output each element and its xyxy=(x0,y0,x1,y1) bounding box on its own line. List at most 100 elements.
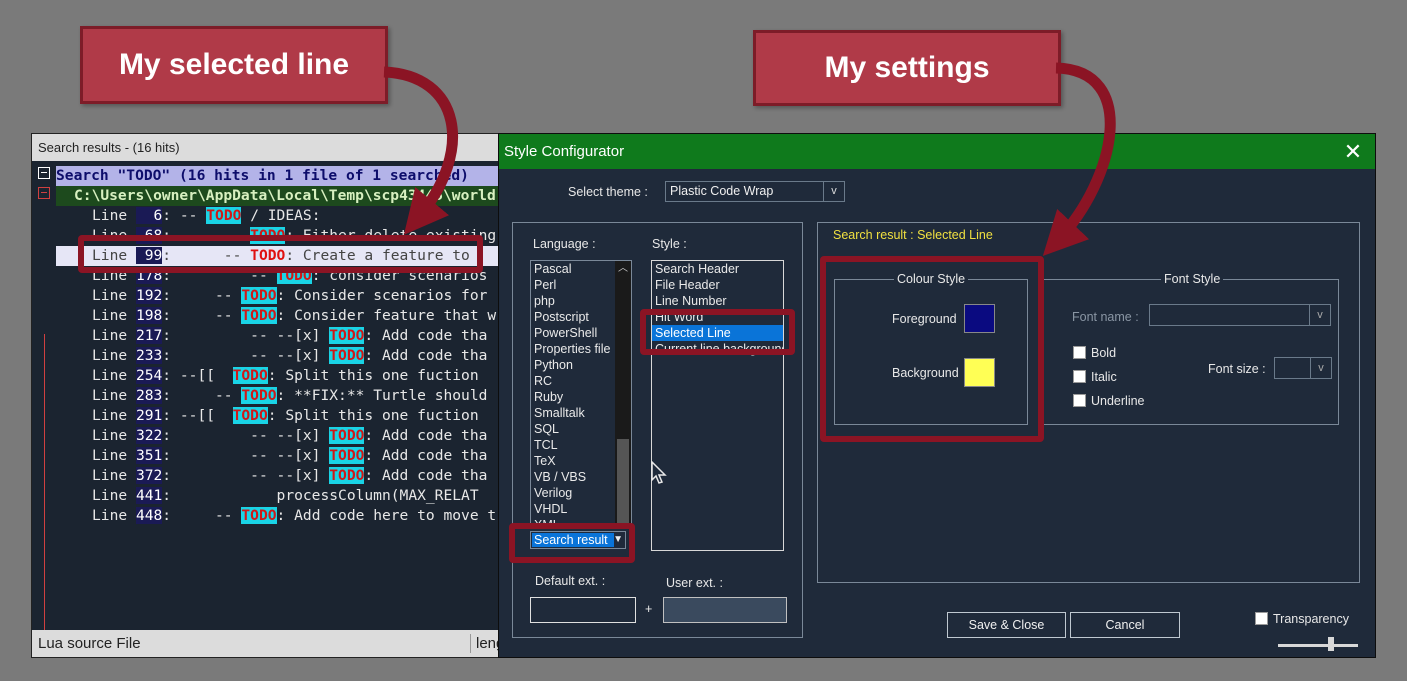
line-number: 198 xyxy=(135,307,163,324)
line-text-before: -- xyxy=(171,207,207,224)
line-word: Line xyxy=(92,327,136,344)
default-ext-field[interactable] xyxy=(530,597,636,623)
search-result-line[interactable]: Line 372: -- --[x] TODO: Add code tha xyxy=(56,466,502,486)
line-word: Line xyxy=(92,387,136,404)
hit-word: TODO xyxy=(232,407,268,424)
line-text-after: : Add code tha xyxy=(364,447,488,464)
font-size-label: Font size : xyxy=(1208,362,1266,376)
hit-word: TODO xyxy=(329,327,365,344)
style-item[interactable]: Line Number xyxy=(652,293,783,309)
bold-checkbox[interactable] xyxy=(1073,346,1086,359)
line-colon: : xyxy=(162,407,172,424)
line-colon: : xyxy=(162,507,172,524)
file-header-row[interactable]: C:\Users\owner\AppData\Local\Temp\scp434… xyxy=(56,186,502,206)
theme-value: Plastic Code Wrap xyxy=(670,184,774,198)
language-scrollbar[interactable]: ︿ xyxy=(615,261,631,523)
search-result-line[interactable]: Line 6: -- TODO / IDEAS: xyxy=(56,206,502,226)
line-word: Line xyxy=(92,307,136,324)
line-colon: : xyxy=(162,327,172,344)
line-number: 254 xyxy=(135,367,163,384)
font-name-select[interactable]: v xyxy=(1149,304,1331,326)
transparency-checkbox[interactable] xyxy=(1255,612,1268,625)
line-colon: : xyxy=(162,207,172,224)
line-text-after: : Add code tha xyxy=(364,327,488,344)
line-text-after: : Add code tha xyxy=(364,347,488,364)
italic-checkbox[interactable] xyxy=(1073,370,1086,383)
line-word: Line xyxy=(92,367,136,384)
chevron-down-icon[interactable]: v xyxy=(1309,305,1330,325)
search-result-line[interactable]: Line 254: --[[ TODO: Split this one fuct… xyxy=(56,366,502,386)
line-text-after: : **FIX:** Turtle should xyxy=(276,387,488,404)
line-text-before: -- --[x] xyxy=(171,347,330,364)
transparency-slider-track[interactable] xyxy=(1278,644,1358,647)
italic-label: Italic xyxy=(1091,370,1117,384)
line-word: Line xyxy=(92,507,136,524)
style-item[interactable]: File Header xyxy=(652,277,783,293)
line-colon: : xyxy=(162,347,172,364)
scroll-up-icon[interactable]: ︿ xyxy=(618,264,628,274)
search-result-line[interactable]: Line 322: -- --[x] TODO: Add code tha xyxy=(56,426,502,446)
default-ext-label: Default ext. : xyxy=(535,574,606,588)
fold-toggle-icon[interactable] xyxy=(38,187,50,199)
line-text-after: : Consider feature that w xyxy=(276,307,497,324)
transparency-slider-thumb[interactable] xyxy=(1328,637,1334,651)
colour-style-highlight xyxy=(820,256,1044,442)
underline-label: Underline xyxy=(1091,394,1145,408)
search-result-line[interactable]: Line 283: -- TODO: **FIX:** Turtle shoul… xyxy=(56,386,502,406)
search-result-line[interactable]: Line 233: -- --[x] TODO: Add code tha xyxy=(56,346,502,366)
scroll-thumb[interactable] xyxy=(617,439,629,523)
line-text-before: -- xyxy=(171,507,242,524)
line-text-after: : Add code tha xyxy=(364,467,488,484)
underline-checkbox[interactable] xyxy=(1073,394,1086,407)
language-label: Language : xyxy=(533,237,596,251)
search-header-row[interactable]: Search "TODO" (16 hits in 1 file of 1 se… xyxy=(56,166,502,186)
line-number: 192 xyxy=(135,287,163,304)
cancel-button[interactable]: Cancel xyxy=(1070,612,1180,638)
line-text-after: : Split this one fuction xyxy=(267,407,479,424)
line-colon: : xyxy=(162,307,172,324)
fold-toggle-icon[interactable] xyxy=(38,167,50,179)
search-result-line[interactable]: Line 217: -- --[x] TODO: Add code tha xyxy=(56,326,502,346)
style-list[interactable]: Search Header File Header Line Number Hit W… xyxy=(651,260,784,551)
hit-word: TODO xyxy=(329,447,365,464)
language-list[interactable]: Pascal Perl php Postscript PowerShell Propert… xyxy=(530,260,632,524)
style-label: Style : xyxy=(652,237,687,251)
chevron-down-icon[interactable]: v xyxy=(1310,358,1331,378)
line-number: 441 xyxy=(135,487,163,504)
status-separator xyxy=(470,634,471,653)
search-result-line[interactable]: Line 291: --[[ TODO: Split this one fuct… xyxy=(56,406,502,426)
line-number: 322 xyxy=(135,427,163,444)
line-number: 351 xyxy=(135,447,163,464)
line-text-before: -- xyxy=(171,307,242,324)
theme-select[interactable]: Plastic Code Wrap v xyxy=(665,181,845,202)
search-result-line[interactable]: Line 441: processColumn(MAX_RELAT xyxy=(56,486,502,506)
font-name-label: Font name : xyxy=(1072,310,1139,324)
selected-line-highlight xyxy=(78,235,483,273)
mouse-cursor-icon xyxy=(651,461,667,484)
settings-callout: My settings xyxy=(753,30,1061,106)
line-text-before: -- xyxy=(171,287,242,304)
hit-word: TODO xyxy=(241,287,277,304)
hit-word: TODO xyxy=(206,207,242,224)
search-result-line[interactable]: Line 198: -- TODO: Consider feature that… xyxy=(56,306,502,326)
font-size-select[interactable]: v xyxy=(1274,357,1332,379)
line-number: 448 xyxy=(135,507,163,524)
line-text-before: --[[ xyxy=(171,367,233,384)
save-close-button[interactable]: Save & Close xyxy=(947,612,1066,638)
line-text-after: / IDEAS: xyxy=(241,207,321,224)
chevron-down-icon[interactable]: v xyxy=(823,182,844,201)
user-ext-label: User ext. : xyxy=(666,576,723,590)
search-result-line[interactable]: Line 448: -- TODO: Add code here to move… xyxy=(56,506,502,526)
line-word: Line xyxy=(92,447,136,464)
line-word: Line xyxy=(92,467,136,484)
line-word: Line xyxy=(92,407,136,424)
search-result-line[interactable]: Line 192: -- TODO: Consider scenarios fo… xyxy=(56,286,502,306)
search-result-line[interactable]: Line 351: -- --[x] TODO: Add code tha xyxy=(56,446,502,466)
line-word: Line xyxy=(92,427,136,444)
user-ext-field[interactable] xyxy=(663,597,787,623)
line-text-after: : Add code here to move t xyxy=(276,507,497,524)
selected-line-callout: My selected line xyxy=(80,26,388,104)
style-item[interactable]: Search Header xyxy=(652,261,783,277)
close-icon[interactable]: ✕ xyxy=(1341,134,1365,169)
hit-word: TODO xyxy=(329,347,365,364)
